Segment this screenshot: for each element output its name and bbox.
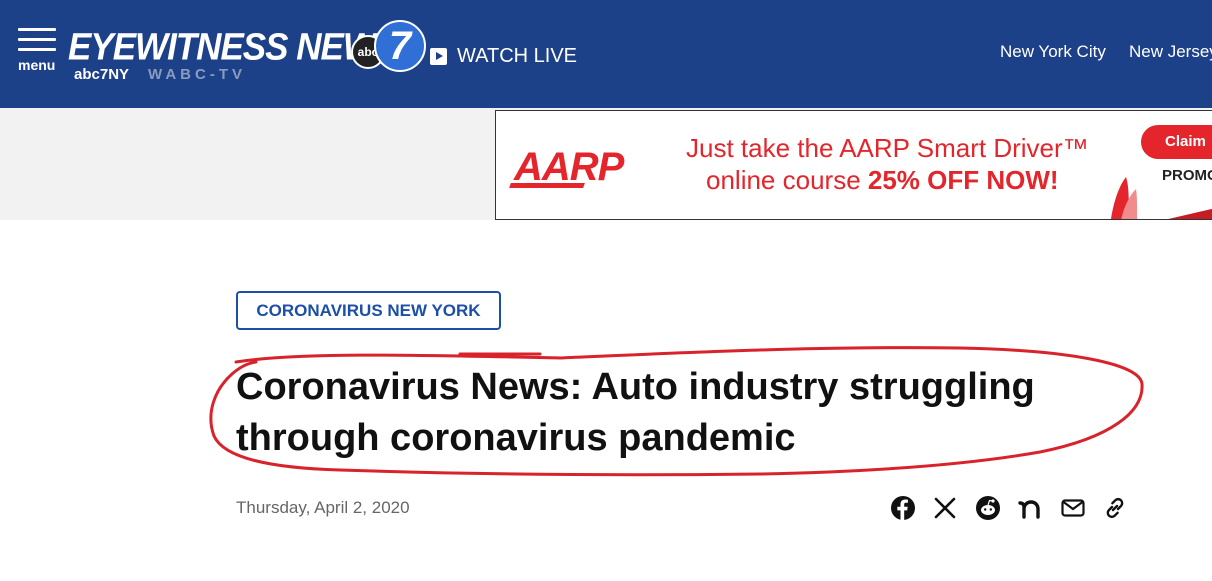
hamburger-icon-bar — [18, 38, 56, 41]
email-share-button[interactable] — [1060, 495, 1086, 521]
x-icon — [934, 497, 956, 519]
email-icon — [1061, 499, 1085, 517]
channel-7-logo-icon: 7 — [374, 20, 426, 72]
facebook-share-button[interactable] — [890, 495, 916, 521]
aarp-logo-swoosh — [509, 183, 585, 188]
ad-offer: online course 25% OFF NOW! — [706, 165, 1059, 196]
reddit-share-button[interactable] — [975, 495, 1001, 521]
x-share-button[interactable] — [932, 495, 958, 521]
ad-headline: Just take the AARP Smart Driver™ — [686, 133, 1089, 163]
category-tag[interactable]: CORONAVIRUS NEW YORK — [236, 291, 501, 330]
site-logo[interactable]: EYEWITNESS NEWS abc 7 abc7NY WABC-TV — [68, 20, 426, 86]
copy-link-button[interactable] — [1102, 495, 1128, 521]
article-headline: Coronavirus News: Auto industry struggli… — [236, 366, 1035, 459]
logo-subtitle-abc7ny: abc7NY — [74, 66, 130, 83]
reddit-icon — [976, 496, 1000, 520]
ad-offer-text: online course — [706, 165, 868, 195]
logo-wordmark: EYEWITNESS NEWS — [68, 26, 398, 69]
publish-date: Thursday, April 2, 2020 — [236, 498, 410, 517]
nav-link-new-york-city[interactable]: New York City — [1000, 42, 1106, 62]
nav-link-new-jersey[interactable]: New Jersey — [1129, 42, 1212, 62]
watch-live-label: WATCH LIVE — [457, 44, 578, 67]
menu-label: menu — [18, 57, 56, 73]
link-icon — [1106, 497, 1124, 519]
logo-subtitle-wabc: WABC-TV — [148, 66, 246, 83]
ad-offer-discount: 25% OFF NOW! — [867, 165, 1059, 195]
claim-button[interactable]: Claim — [1141, 125, 1212, 159]
aarp-banner-ad[interactable]: AARP Just take the AARP Smart Driver™ on… — [495, 110, 1212, 220]
aarp-logo: AARP — [509, 145, 624, 190]
menu-button[interactable]: menu — [16, 28, 58, 78]
play-icon — [430, 47, 447, 65]
facebook-icon — [891, 496, 915, 520]
hamburger-icon-bar — [18, 48, 56, 51]
promo-label: PROMO — [1162, 167, 1212, 184]
watch-live-button[interactable]: WATCH LIVE — [430, 44, 577, 68]
nextdoor-icon — [1018, 500, 1040, 519]
nextdoor-share-button[interactable] — [1018, 495, 1044, 521]
site-header: menu EYEWITNESS NEWS abc 7 abc7NY WABC-T… — [0, 0, 1212, 108]
hamburger-icon — [18, 28, 56, 31]
